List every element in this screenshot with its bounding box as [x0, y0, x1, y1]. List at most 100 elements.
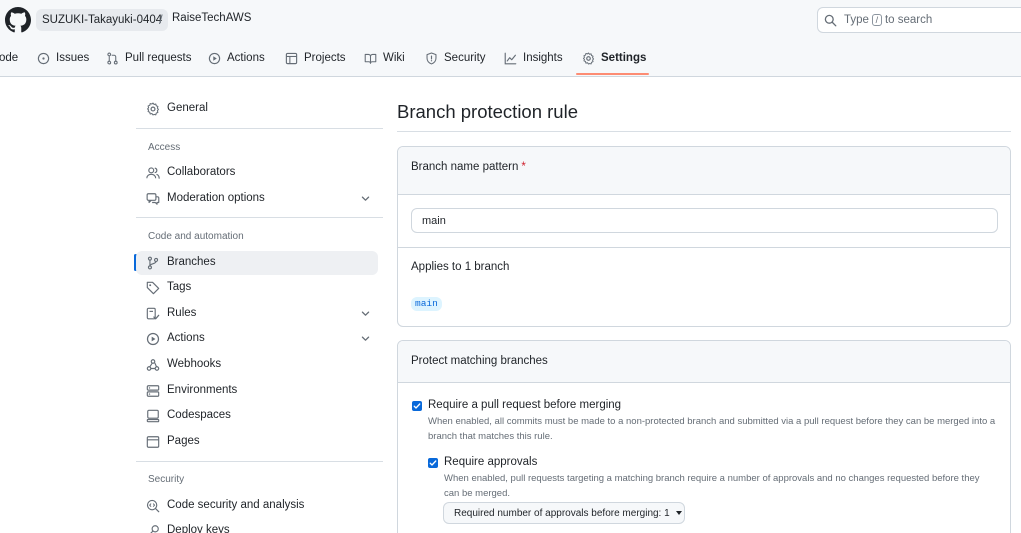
sidebar-item-label: Moderation options	[167, 192, 265, 204]
caret-down-icon	[675, 511, 682, 515]
sidebar-item-actions[interactable]: Actions	[136, 327, 378, 351]
search-suffix: to search	[884, 14, 933, 26]
tab-issues-label: Issues	[56, 52, 90, 64]
repo-owner-link[interactable]: SUZUKI-Takayuki-0404	[36, 9, 169, 31]
sidebar-item-moderation-options[interactable]: Moderation options	[136, 187, 378, 211]
tab-projects[interactable]: Projects	[285, 40, 346, 76]
sidebar-item-label: Pages	[167, 435, 200, 447]
tab-security-label: Security	[444, 52, 486, 64]
page-title: Branch protection rule	[397, 101, 578, 122]
tab-wiki-label: Wiki	[383, 52, 405, 64]
tag-icon	[146, 281, 160, 295]
branch-pattern-header: Branch name pattern *	[398, 147, 1010, 195]
git-branch-icon	[147, 256, 159, 270]
search-icon	[824, 14, 837, 27]
server-icon	[146, 385, 160, 397]
title-divider	[397, 131, 1011, 132]
require-pr-checkbox[interactable]	[412, 401, 422, 411]
key-icon	[150, 525, 159, 533]
check-icon	[413, 403, 421, 409]
issue-icon	[37, 52, 50, 64]
required-mark: *	[521, 161, 526, 173]
gear-icon	[147, 102, 159, 116]
search-shortcut-key: /	[871, 14, 882, 26]
github-logo-icon[interactable]	[5, 7, 31, 33]
tab-pull-requests[interactable]: Pull requests	[106, 40, 191, 76]
tab-settings-label: Settings	[601, 52, 647, 64]
codescan-icon	[146, 499, 160, 513]
codespaces-icon	[146, 409, 160, 423]
branch-pattern-box: Branch name pattern* Applies to 1 branch…	[397, 146, 1011, 327]
comment-discussion-icon	[146, 193, 160, 205]
tab-settings[interactable]: Settings	[582, 40, 646, 76]
protect-branches-heading: Protect matching branches	[411, 355, 548, 367]
sidebar-item-pages[interactable]: Pages	[136, 430, 378, 454]
approvals-count-dropdown[interactable]: Required number of approvals before merg…	[443, 502, 685, 524]
sidebar-heading-access: Access	[148, 142, 181, 153]
people-icon	[146, 167, 160, 179]
matching-branch-chip[interactable]: main	[411, 297, 442, 311]
tab-security[interactable]: Security	[425, 40, 486, 76]
protect-branches-box: Protect matching branches Require a pull…	[397, 340, 1011, 533]
sidebar-item-deploy-keys[interactable]: Deploy keys	[136, 519, 378, 533]
top-header: SUZUKI-Takayuki-0404 / RaiseTechAWS Type…	[0, 0, 1021, 40]
tab-insights-label: Insights	[523, 52, 563, 64]
tab-actions[interactable]: Actions	[208, 40, 265, 76]
sidebar-divider	[136, 128, 383, 129]
sidebar-item-webhooks[interactable]: Webhooks	[136, 353, 378, 377]
sidebar-item-collaborators[interactable]: Collaborators	[136, 161, 378, 185]
tab-issues[interactable]: Issues	[37, 40, 89, 76]
tab-wiki[interactable]: Wiki	[364, 40, 405, 76]
search-placeholder: Type / to search	[844, 14, 932, 26]
sidebar-item-label: Code security and analysis	[167, 499, 305, 511]
branch-pattern-label: Branch name pattern *	[411, 161, 526, 173]
sidebar-item-label: Collaborators	[167, 166, 236, 178]
book-icon	[364, 53, 377, 64]
require-approvals-title[interactable]: Require approvals	[444, 456, 537, 468]
gear-icon	[582, 51, 595, 65]
breadcrumb-separator: /	[159, 12, 163, 27]
require-pr-description: When enabled, all commits must be made t…	[428, 416, 996, 442]
sidebar-item-branches[interactable]: Branches	[136, 251, 378, 275]
repo-name-link[interactable]: RaiseTechAWS	[172, 12, 251, 24]
search-prefix: Type	[844, 14, 869, 26]
branch-pattern-label-text: Branch name pattern	[411, 161, 519, 173]
sidebar-item-label: General	[167, 102, 208, 114]
sidebar-item-label: Environments	[167, 384, 238, 396]
sidebar-item-label: Codespaces	[167, 409, 231, 421]
sidebar-heading-code-automation: Code and automation	[148, 231, 244, 242]
tab-code-label: ode	[0, 52, 19, 64]
repo-nav-tabs: ode Issues Pull requests Actions Project…	[0, 40, 1021, 77]
tab-projects-label: Projects	[304, 52, 346, 64]
require-approvals-checkbox[interactable]	[428, 458, 438, 468]
sidebar-item-tags[interactable]: Tags	[136, 276, 378, 300]
require-pr-title[interactable]: Require a pull request before merging	[428, 399, 621, 411]
graph-icon	[504, 52, 517, 64]
sidebar-item-rules[interactable]: Rules	[136, 302, 378, 326]
sidebar-item-label: Actions	[167, 332, 205, 344]
chevron-down-icon[interactable]	[360, 308, 371, 319]
chevron-down-icon[interactable]	[360, 193, 371, 204]
sidebar-item-general[interactable]: General	[136, 97, 378, 121]
applies-to-label: Applies to 1 branch	[411, 261, 510, 273]
search-input[interactable]: Type / to search	[817, 7, 1021, 33]
sidebar-item-label: Deploy keys	[167, 524, 230, 533]
box-divider	[398, 247, 1010, 248]
protect-branches-header: Protect matching branches	[398, 341, 1010, 383]
table-icon	[285, 52, 298, 64]
sidebar-heading-security: Security	[148, 474, 185, 485]
sidebar-item-environments[interactable]: Environments	[136, 379, 378, 403]
sidebar-item-label: Tags	[167, 281, 192, 293]
tab-insights[interactable]: Insights	[504, 40, 563, 76]
sidebar-item-codespaces[interactable]: Codespaces	[136, 404, 378, 428]
branch-name-pattern-input[interactable]	[411, 208, 998, 233]
tab-actions-label: Actions	[227, 52, 265, 64]
sidebar-item-label: Branches	[167, 256, 216, 268]
sidebar-item-label: Webhooks	[167, 358, 222, 370]
sidebar-item-code-security[interactable]: Code security and analysis	[136, 494, 378, 518]
require-approvals-description: When enabled, pull requests targeting a …	[444, 473, 980, 499]
chevron-down-icon[interactable]	[360, 333, 371, 344]
tab-code[interactable]: ode	[0, 40, 18, 76]
shield-icon	[426, 52, 437, 64]
check-icon	[429, 460, 437, 466]
